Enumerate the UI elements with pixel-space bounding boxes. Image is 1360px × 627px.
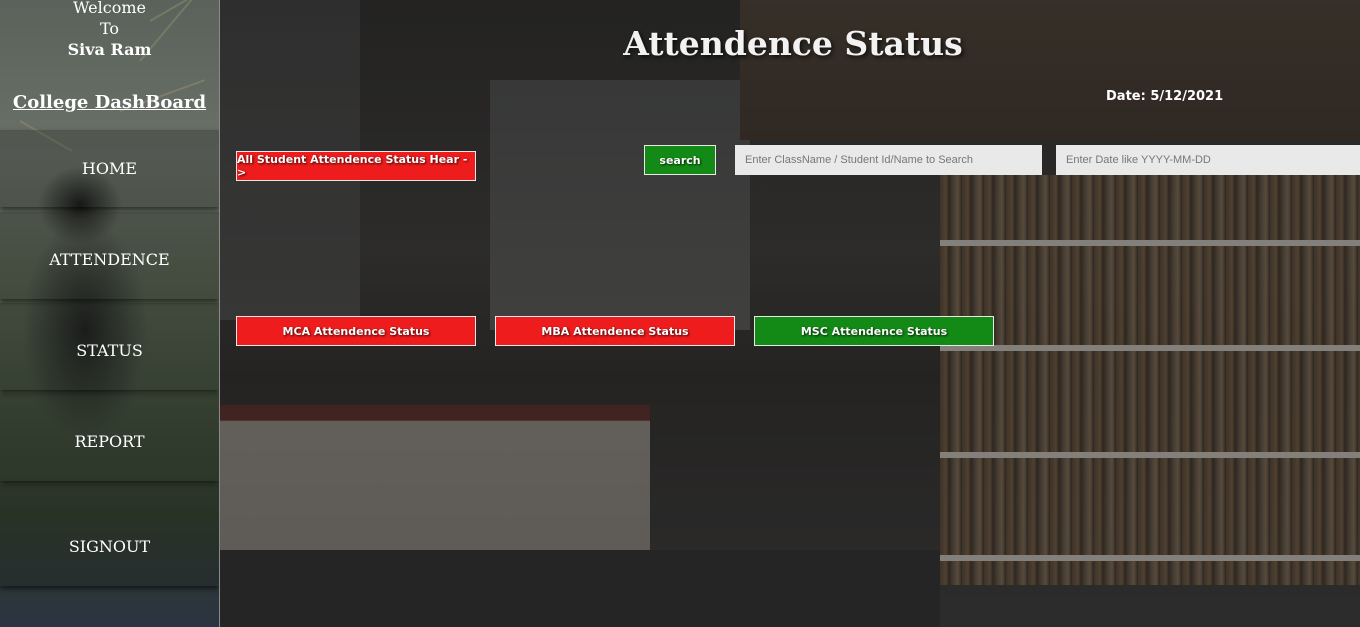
- msc-status-button[interactable]: MSC Attendence Status: [754, 316, 994, 346]
- nav-attendence[interactable]: ATTENDENCE: [0, 212, 219, 299]
- nav-home[interactable]: HOME: [0, 130, 219, 207]
- welcome-line: To: [99, 19, 120, 38]
- welcome-user-name: Siva Ram: [67, 40, 152, 59]
- nav-status[interactable]: STATUS: [0, 303, 219, 390]
- dashboard-title[interactable]: College DashBoard: [0, 92, 219, 113]
- mca-status-button[interactable]: MCA Attendence Status: [236, 316, 476, 346]
- nav-signout[interactable]: SIGNOUT: [0, 485, 219, 586]
- mba-status-button[interactable]: MBA Attendence Status: [495, 316, 735, 346]
- search-input[interactable]: [735, 145, 1042, 175]
- nav-report[interactable]: REPORT: [0, 394, 219, 481]
- page-title: Attendence Status: [623, 24, 963, 63]
- sidebar: Welcome To Siva Ram College DashBoard HO…: [0, 0, 220, 627]
- main-content: Attendence Status Date: 5/12/2021 All St…: [220, 0, 1360, 627]
- all-student-status-button[interactable]: All Student Attendence Status Hear ->: [236, 151, 476, 181]
- welcome-line: Welcome: [73, 0, 146, 17]
- date-input[interactable]: [1056, 145, 1360, 175]
- search-button[interactable]: search: [644, 145, 716, 175]
- date-display: Date: 5/12/2021: [1106, 89, 1224, 104]
